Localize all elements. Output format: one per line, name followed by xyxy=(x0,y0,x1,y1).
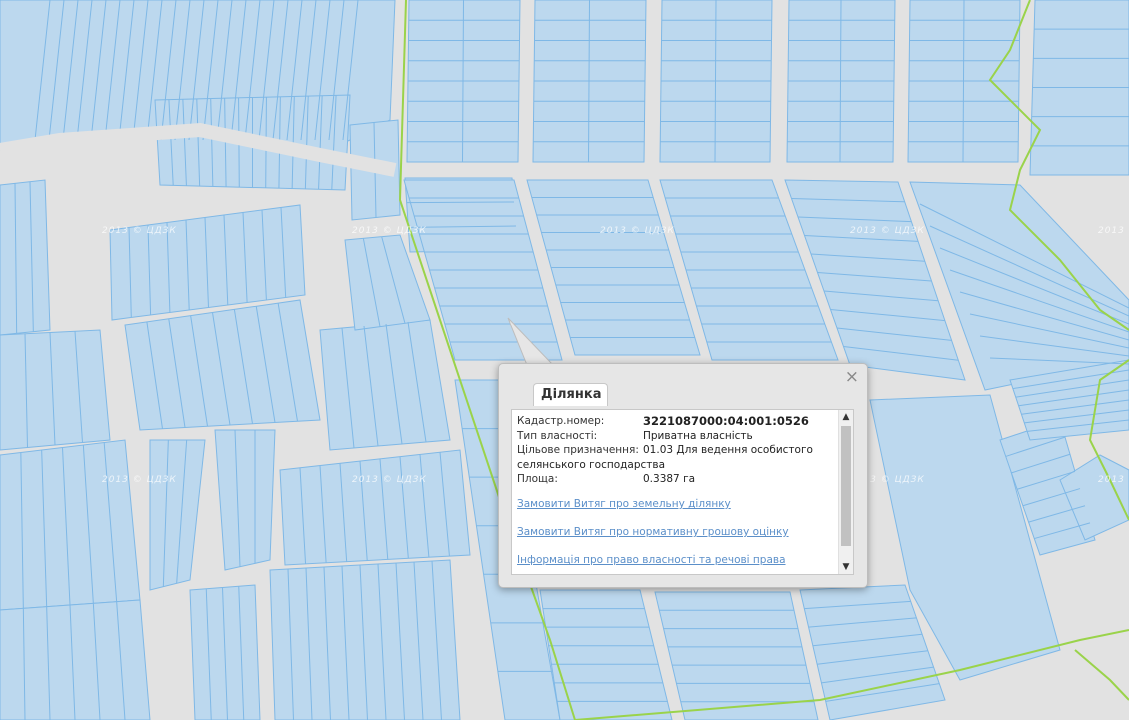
field-purpose-continued: селянського господарства xyxy=(517,458,835,473)
field-value: 0.3387 га xyxy=(643,473,696,485)
watermark: 2013 © ЦДЗК xyxy=(102,475,177,485)
parcel-divider xyxy=(406,201,515,204)
field-value: 3221087000:04:001:0526 xyxy=(643,414,809,428)
parcel-block[interactable] xyxy=(654,591,819,720)
parcel-block[interactable] xyxy=(0,599,151,720)
parcel-fields: Кадастр.номер: 3221087000:04:001:0526 Ти… xyxy=(517,414,835,487)
field-value: Приватна власність xyxy=(643,429,753,442)
watermark: 2013 © ЦДЗК xyxy=(1098,475,1129,485)
order-land-extract-link[interactable]: Замовити Витяг про земельну ділянку xyxy=(517,498,789,510)
parcel-details-panel: Кадастр.номер: 3221087000:04:001:0526 Ти… xyxy=(511,409,854,575)
scroll-thumb[interactable] xyxy=(841,426,851,546)
field-label: Площа: xyxy=(517,473,558,485)
ownership-info-link[interactable]: Інформація про право власності та речові… xyxy=(517,554,789,566)
parcel-block[interactable] xyxy=(214,429,276,571)
scroll-down-icon[interactable]: ▼ xyxy=(839,560,853,574)
parcel-block[interactable] xyxy=(0,179,51,336)
field-value: 01.03 Для ведення особистого xyxy=(643,444,813,456)
parcel-block[interactable] xyxy=(0,329,111,451)
field-cadastral-number: Кадастр.номер: 3221087000:04:001:0526 xyxy=(517,414,835,429)
watermark: 2013 © ЦДЗК xyxy=(850,226,925,236)
scroll-up-icon[interactable]: ▲ xyxy=(839,410,853,424)
field-label: Кадастр.номер: xyxy=(517,415,605,427)
popup-links: Замовити Витяг про земельну ділянку Замо… xyxy=(517,498,789,574)
field-label: Тип власності: xyxy=(517,429,598,442)
parcel-info-popup: × Ділянка Кадастр.номер: 3221087000:04:0… xyxy=(498,363,868,588)
watermark: 2013 © ЦДЗК xyxy=(352,475,427,485)
parcel-block[interactable] xyxy=(124,299,321,431)
parcel-block[interactable] xyxy=(539,589,673,720)
parcel-block[interactable] xyxy=(319,319,451,451)
order-valuation-extract-link[interactable]: Замовити Витяг про нормативну грошову оц… xyxy=(517,526,789,538)
field-ownership-type: Тип власності: Приватна власність xyxy=(517,429,835,444)
watermark: 2013 © ЦДЗК xyxy=(102,226,177,236)
field-value: селянського господарства xyxy=(517,458,666,471)
field-purpose: Цільове призначення: 01.03 Для ведення о… xyxy=(517,443,835,458)
tab-parcel[interactable]: Ділянка xyxy=(533,383,609,406)
field-area: Площа: 0.3387 га xyxy=(517,472,835,487)
close-icon[interactable]: × xyxy=(845,367,859,387)
parcel-block[interactable] xyxy=(269,559,461,720)
popup-pointer xyxy=(507,317,555,366)
watermark: 2013 © ЦДЗК xyxy=(600,226,675,236)
watermark: 2013 © ЦДЗК xyxy=(352,226,427,236)
field-label: Цільове призначення: xyxy=(517,444,639,456)
parcel-block[interactable] xyxy=(109,204,306,321)
scrollbar[interactable]: ▲ ▼ xyxy=(838,410,853,574)
watermark: 2013 © ЦДЗК xyxy=(1098,226,1129,236)
boundary-line xyxy=(1074,649,1129,701)
